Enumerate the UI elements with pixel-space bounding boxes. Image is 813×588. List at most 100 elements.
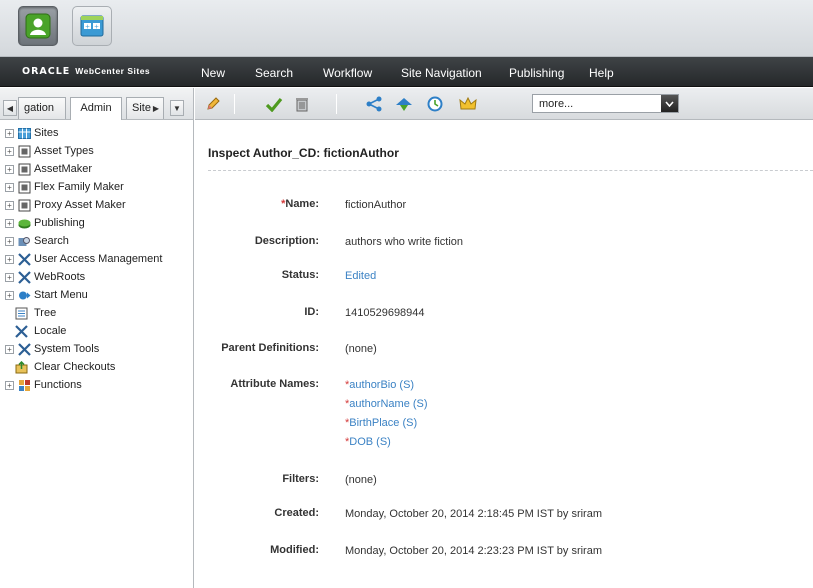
publishing-icon: [18, 219, 31, 229]
nav-help[interactable]: Help: [589, 66, 614, 80]
created-value: Monday, October 20, 2014 2:18:45 PM IST …: [345, 508, 602, 520]
tree-item-sites[interactable]: + Sites: [0, 125, 194, 143]
nav-workflow[interactable]: Workflow: [323, 66, 372, 80]
proxy-asset-icon: [18, 199, 31, 212]
chevron-left-icon: ◀: [6, 103, 14, 113]
expand-icon[interactable]: +: [5, 129, 14, 138]
tab-scroll-left-button[interactable]: ◀: [3, 100, 17, 116]
tree-item-assetmaker[interactable]: + AssetMaker: [0, 161, 194, 179]
asset-toolbar: more...: [195, 88, 813, 120]
tools-icon: [18, 271, 31, 284]
tab-admin[interactable]: Admin: [70, 97, 122, 120]
tree-item-clear-checkouts[interactable]: Clear Checkouts: [0, 359, 194, 377]
schedule-button[interactable]: [424, 94, 446, 114]
tree-item-label: Tree: [34, 307, 57, 319]
tree-item-webroots[interactable]: + WebRoots: [0, 269, 194, 287]
tree-item-tree[interactable]: Tree: [0, 305, 194, 323]
chevron-down-icon: [665, 100, 674, 107]
more-actions-select[interactable]: more...: [532, 94, 679, 113]
main-navbar: ORACLE WebCenter Sites New Search Workflo…: [0, 57, 813, 87]
brand-product: WebCenter Sites: [75, 66, 151, 76]
toolbar-separator: [336, 94, 337, 114]
svg-text:+: +: [85, 24, 90, 31]
title-divider: [208, 170, 813, 171]
expand-icon[interactable]: +: [5, 165, 14, 174]
bookmark-button[interactable]: [393, 94, 415, 114]
tools-icon: [18, 253, 31, 266]
bookmark-icon: [396, 98, 412, 111]
tree-item-label: Locale: [34, 325, 67, 337]
left-panel: ◀ gation Admin Site ▶ ▼ + Sites + Asset …: [0, 88, 194, 588]
expand-icon[interactable]: +: [5, 219, 14, 228]
tree-item-label: System Tools: [34, 343, 100, 355]
tools-icon: [15, 325, 28, 338]
clear-checkouts-icon: [15, 361, 28, 374]
name-value: fictionAuthor: [345, 199, 407, 211]
tree-item-user-access-management[interactable]: + User Access Management: [0, 251, 194, 269]
select-dropdown-button[interactable]: [661, 95, 678, 112]
nav-site-navigation[interactable]: Site Navigation: [401, 66, 482, 80]
parent-definitions-value: (none): [345, 343, 377, 355]
expand-icon[interactable]: +: [5, 255, 14, 264]
more-select-value: more...: [539, 98, 574, 110]
start-menu-icon: [19, 291, 31, 300]
admin-app-button[interactable]: + +: [72, 6, 112, 46]
tab-menu-button[interactable]: ▼: [170, 100, 184, 116]
expand-icon[interactable]: +: [5, 201, 14, 210]
svg-text:+: +: [94, 24, 99, 31]
tree-item-label: User Access Management: [34, 253, 163, 265]
expand-icon[interactable]: +: [5, 147, 14, 156]
id-label: ID:: [304, 306, 319, 318]
crown-button[interactable]: [457, 94, 479, 114]
expand-icon[interactable]: +: [5, 183, 14, 192]
admin-app-icon: + +: [80, 15, 104, 37]
parent-definitions-label: Parent Definitions:: [221, 342, 319, 354]
nav-search[interactable]: Search: [255, 66, 293, 80]
schedule-icon: [427, 96, 443, 112]
modified-value: Monday, October 20, 2014 2:23:23 PM IST …: [345, 545, 602, 557]
share-button[interactable]: [363, 94, 385, 114]
attribute-link[interactable]: *BirthPlace (S): [345, 417, 417, 429]
tree-item-label: Start Menu: [34, 289, 88, 301]
tree-item-start-menu[interactable]: + Start Menu: [0, 287, 194, 305]
tree-item-label: Publishing: [34, 217, 85, 229]
contributor-app-button[interactable]: [18, 6, 58, 46]
expand-icon[interactable]: +: [5, 237, 14, 246]
tree-item-label: Asset Types: [34, 145, 94, 157]
tree-item-system-tools[interactable]: + System Tools: [0, 341, 194, 359]
tree-item-label: Flex Family Maker: [34, 181, 124, 193]
attribute-link[interactable]: *DOB (S): [345, 436, 391, 448]
expand-icon[interactable]: +: [5, 273, 14, 282]
attribute-link[interactable]: *authorName (S): [345, 398, 428, 410]
tree-item-flex-family-maker[interactable]: + Flex Family Maker: [0, 179, 194, 197]
tree-item-asset-types[interactable]: + Asset Types: [0, 143, 194, 161]
delete-icon: [296, 98, 308, 112]
app-switcher-bar: + +: [0, 0, 813, 57]
sites-icon: [18, 128, 31, 139]
delete-button[interactable]: [291, 94, 313, 114]
crown-icon: [459, 96, 477, 110]
tree-item-locale[interactable]: Locale: [0, 323, 194, 341]
asset-type-icon: [18, 145, 31, 158]
description-value: authors who write fiction: [345, 236, 463, 248]
tree-icon: [15, 307, 28, 320]
edit-button[interactable]: [202, 94, 224, 114]
tree-item-functions[interactable]: + Functions: [0, 377, 194, 395]
modified-label: Modified:: [270, 544, 319, 556]
tab-scroll-right-button[interactable]: ▶: [149, 100, 163, 116]
tree-item-publishing[interactable]: + Publishing: [0, 215, 194, 233]
functions-icon: [19, 380, 30, 391]
approve-button[interactable]: [263, 94, 285, 114]
chevron-down-icon: ▼: [173, 103, 181, 113]
nav-new[interactable]: New: [201, 66, 225, 80]
nav-publishing[interactable]: Publishing: [509, 66, 564, 80]
expand-icon[interactable]: +: [5, 381, 14, 390]
edit-icon: [207, 97, 220, 110]
tab-navigation[interactable]: gation: [18, 97, 66, 119]
expand-icon[interactable]: +: [5, 291, 14, 300]
tree-item-proxy-asset-maker[interactable]: + Proxy Asset Maker: [0, 197, 194, 215]
inspect-panel: Inspect Author_CD: fictionAuthor *Name: …: [195, 121, 813, 588]
tree-item-search[interactable]: + Search: [0, 233, 194, 251]
expand-icon[interactable]: +: [5, 345, 14, 354]
attribute-link[interactable]: *authorBio (S): [345, 379, 414, 391]
